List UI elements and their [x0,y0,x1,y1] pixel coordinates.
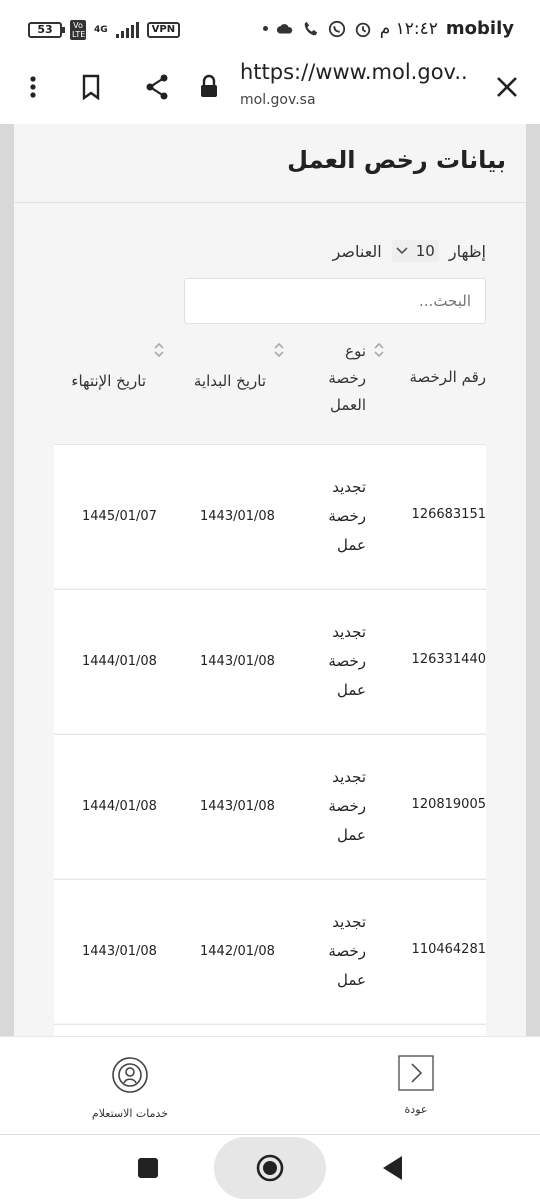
sort-icon[interactable] [154,342,164,358]
license-type: تجديد رخصة عمل [328,913,366,989]
bottom-navigation: خدمات الاستعلام عودة [0,1036,540,1134]
sort-icon[interactable] [274,342,284,358]
table-row[interactable]: 126683151 تجديد رخصة عمل 1443/01/08 1445… [54,444,486,588]
license-number: 126683151 [411,507,486,522]
sort-icon[interactable] [374,342,384,358]
carrier-name: mobily [445,18,514,39]
home-icon [256,1154,284,1182]
more-options-icon[interactable] [18,72,48,102]
phone-icon [304,21,318,35]
battery-indicator: 53 [28,22,65,38]
whatsapp-icon [328,20,345,37]
page-size-control: إظهار 10 العناصر [333,240,486,262]
header-start-date[interactable]: تاريخ البداية [166,368,266,395]
broadcast-icon [112,1057,148,1093]
table-row[interactable] [54,1024,486,1036]
start-date: 1443/01/08 [200,509,275,524]
url-domain: mol.gov.sa [240,92,316,108]
status-left: 53 Vo LTE 4G VPN [28,20,181,40]
alarm-icon [355,22,370,37]
notification-dot [262,26,268,31]
header-end-date[interactable]: تاريخ الإنتهاء [46,368,146,395]
system-navigation-bar [0,1134,540,1200]
close-icon[interactable] [492,72,522,102]
chevron-down-icon [396,247,408,255]
cloud-icon [276,23,292,33]
start-date: 1443/01/08 [200,654,275,669]
header-license-number[interactable]: رقم الرخصة [376,364,486,391]
inquiry-services-button[interactable]: خدمات الاستعلام [80,1055,180,1120]
chevron-right-icon [398,1055,434,1091]
vpn-badge: VPN [146,22,181,38]
inquiry-services-label: خدمات الاستعلام [91,1107,169,1120]
table-row[interactable]: 110464281 تجديد رخصة عمل 1442/01/08 1443… [54,879,486,1023]
title-divider [14,202,526,203]
license-type: تجديد رخصة عمل [328,623,366,699]
start-date: 1442/01/08 [200,944,275,959]
web-content: بيانات رخص العمل إظهار 10 العناصر رقم ال… [0,124,540,1036]
status-bar: 53 Vo LTE 4G VPN mobily ١٢:٤٢ م [0,0,540,58]
browser-toolbar: https://www.mol.gov.... mol.gov.sa [0,58,540,120]
page-size-select[interactable]: 10 [391,240,439,262]
back-triangle-icon[interactable] [382,1155,404,1181]
search-input[interactable] [184,278,486,324]
end-date: 1445/01/07 [82,509,157,524]
status-right: mobily ١٢:٤٢ م [262,18,514,39]
bookmark-icon[interactable] [76,72,106,102]
license-number: 110464281 [411,942,486,957]
url-text[interactable]: https://www.mol.gov.... [240,60,470,84]
clock: ١٢:٤٢ م [379,18,438,39]
recents-icon[interactable] [137,1157,159,1179]
network-type: 4G [94,24,108,35]
header-license-type[interactable]: نوع رخصة العمل [304,338,366,419]
show-label: إظهار [448,241,486,261]
end-date: 1444/01/08 [82,654,157,669]
license-type: تجديد رخصة عمل [328,768,366,844]
table-row[interactable]: 120819005 تجديد رخصة عمل 1443/01/08 1444… [54,734,486,878]
home-button[interactable] [214,1137,326,1199]
items-label: العناصر [332,241,382,261]
volte-badge: Vo LTE [70,20,86,40]
back-label: عودة [404,1103,428,1116]
license-number: 126331440 [411,652,486,667]
page-title: بيانات رخص العمل [287,146,506,174]
lock-icon [201,74,217,97]
back-button[interactable]: عودة [386,1055,446,1116]
licenses-card: بيانات رخص العمل إظهار 10 العناصر رقم ال… [14,124,526,1036]
start-date: 1443/01/08 [200,799,275,814]
license-number: 120819005 [411,797,486,812]
end-date: 1444/01/08 [82,799,157,814]
license-type: تجديد رخصة عمل [328,478,366,554]
end-date: 1443/01/08 [82,944,157,959]
share-icon[interactable] [142,72,172,102]
page-size-value: 10 [415,242,435,260]
signal-icon [115,22,139,38]
table-row[interactable]: 126331440 تجديد رخصة عمل 1443/01/08 1444… [54,589,486,733]
